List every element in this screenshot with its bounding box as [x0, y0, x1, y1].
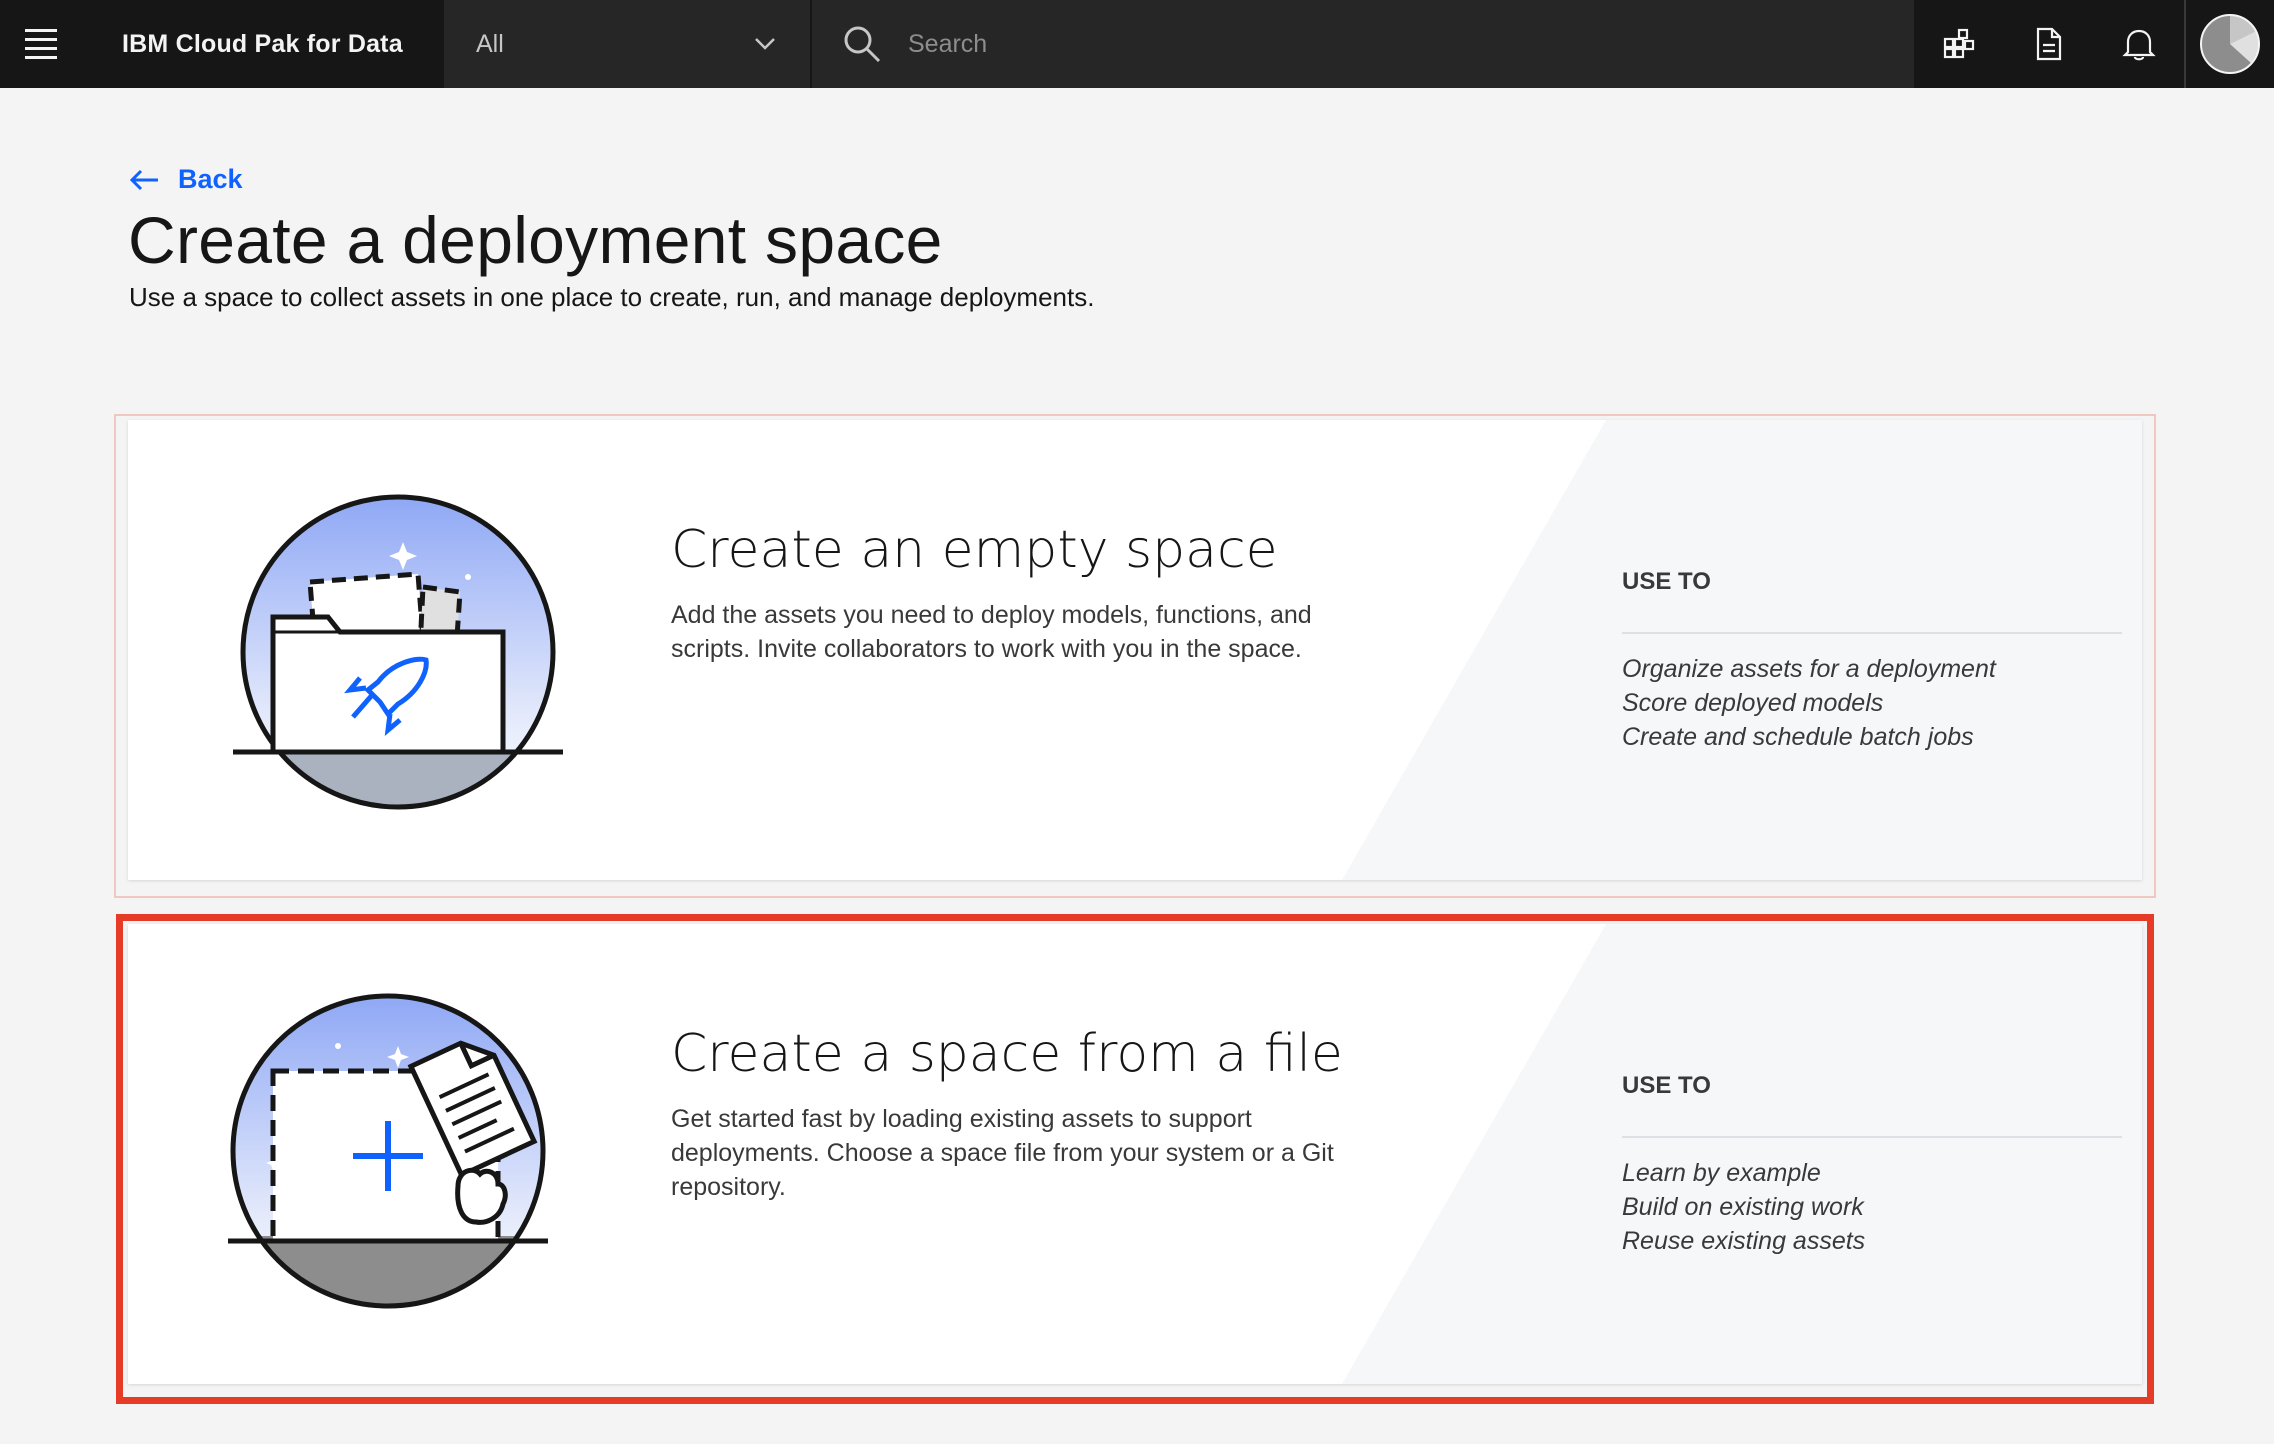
file-upload-illustration — [228, 993, 548, 1309]
use-to-heading: USE TO — [1622, 568, 1711, 595]
list-item: Reuse existing assets — [1622, 1227, 1866, 1255]
notification-bell-icon[interactable] — [2094, 0, 2184, 88]
list-item: Create and schedule batch jobs — [1622, 723, 1974, 751]
scope-dropdown[interactable]: All — [442, 0, 812, 88]
apps-switcher-icon[interactable] — [1914, 0, 2004, 88]
document-icon[interactable] — [2004, 0, 2094, 88]
use-to-list: Organize assets for a deployment Score d… — [1622, 652, 1996, 754]
card-description: Get started fast by loading existing ass… — [671, 1105, 1334, 1201]
empty-folder-rocket-illustration — [233, 494, 563, 810]
list-item: Learn by example — [1622, 1159, 1821, 1187]
hamburger-menu-button[interactable] — [0, 0, 82, 88]
card-background-slant — [1342, 924, 2142, 1384]
back-link-label: Back — [178, 164, 243, 194]
top-header: IBM Cloud Pak for Data All — [0, 0, 2274, 88]
product-name[interactable]: IBM Cloud Pak for Data — [82, 0, 442, 88]
card-background-slant — [1342, 420, 2142, 880]
list-item: Build on existing work — [1622, 1193, 1864, 1221]
scope-dropdown-value: All — [476, 29, 504, 58]
avatar-icon — [2200, 14, 2260, 74]
search-bar[interactable] — [812, 0, 1914, 88]
user-avatar[interactable] — [2184, 0, 2274, 88]
use-to-list: Learn by example Build on existing work … — [1622, 1156, 1865, 1258]
page-title: Create a deployment space — [128, 203, 943, 277]
create-space-from-file-card[interactable]: Create a space from a file Get started f… — [128, 924, 2142, 1384]
use-to-heading: USE TO — [1622, 1072, 1711, 1099]
card-description: Add the assets you need to deploy models… — [671, 601, 1312, 663]
search-input[interactable] — [908, 29, 1508, 59]
list-item: Organize assets for a deployment — [1622, 655, 1996, 683]
list-item: Score deployed models — [1622, 689, 1884, 717]
create-empty-space-card[interactable]: Create an empty space Add the assets you… — [128, 420, 2142, 880]
arrow-left-icon — [129, 169, 158, 190]
card-title: Create an empty space — [671, 520, 1278, 580]
search-icon — [844, 26, 881, 63]
card-title: Create a space from a file — [671, 1024, 1343, 1084]
header-actions — [1914, 0, 2274, 88]
chevron-down-icon — [755, 38, 775, 50]
menu-icon — [25, 26, 57, 62]
page-subtitle: Use a space to collect assets in one pla… — [129, 282, 1095, 312]
divider — [1622, 1136, 2122, 1138]
divider — [1622, 632, 2122, 634]
back-link[interactable]: Back — [128, 164, 243, 195]
